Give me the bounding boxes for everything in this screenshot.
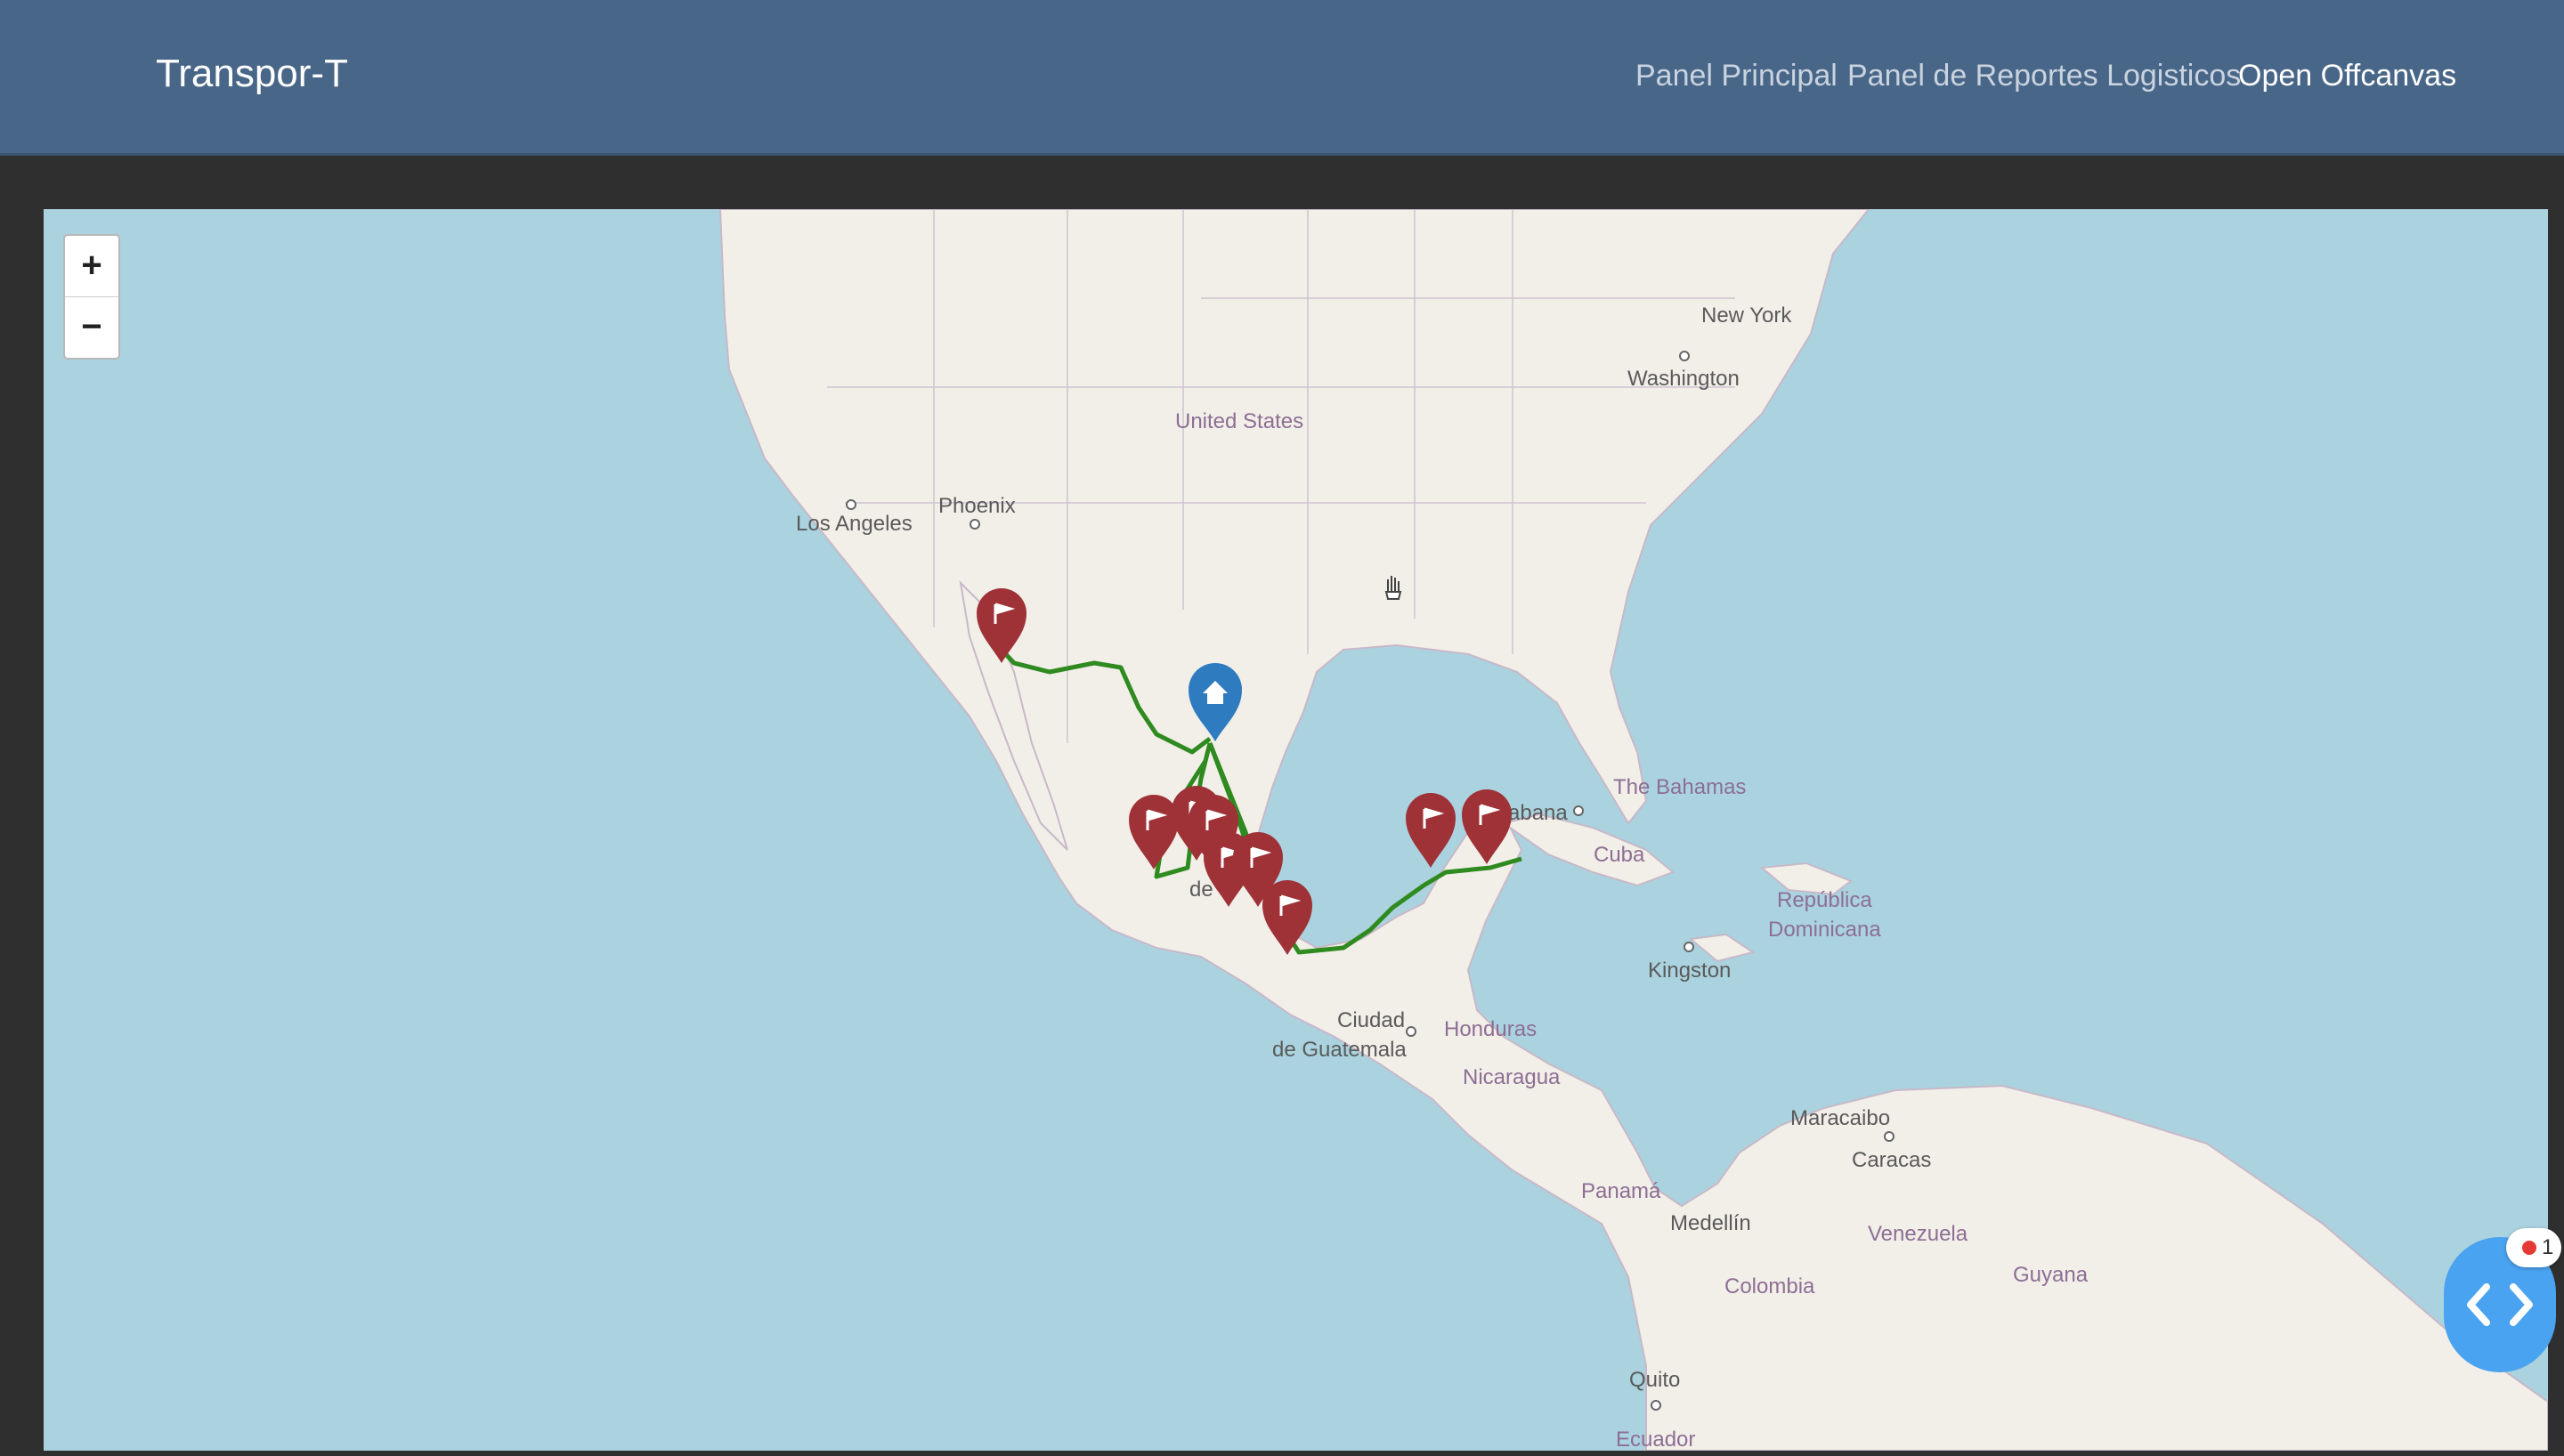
zoom-control: + − <box>63 234 120 360</box>
nav-panel-reportes[interactable]: Panel de Reportes Logisticos <box>1847 59 2241 93</box>
label-washington: Washington <box>1627 367 1740 391</box>
label-new-york: New York <box>1701 303 1792 328</box>
route-map[interactable]: New York Washington United States Phoeni… <box>44 209 2548 1451</box>
label-maracaibo: Maracaibo <box>1790 1106 1890 1130</box>
label-de-guatemala: de Guatemala <box>1272 1038 1407 1062</box>
label-guyana: Guyana <box>2013 1263 2089 1287</box>
nav-panel-principal[interactable]: Panel Principal <box>1635 59 1838 93</box>
label-medellin: Medellín <box>1670 1211 1751 1235</box>
label-colombia: Colombia <box>1724 1274 1815 1298</box>
top-navbar: Transpor-T Panel Principal Panel de Repo… <box>0 0 2564 156</box>
zoom-in-button[interactable]: + <box>65 236 118 296</box>
label-honduras: Honduras <box>1444 1017 1537 1041</box>
label-kingston: Kingston <box>1648 959 1731 983</box>
label-ecuador: Ecuador <box>1616 1428 1695 1451</box>
label-cuba: Cuba <box>1594 843 1645 867</box>
label-habana: abana <box>1508 801 1568 825</box>
label-venezuela: Venezuela <box>1868 1222 1968 1246</box>
label-dominicana: Dominicana <box>1768 918 1881 942</box>
label-phoenix: Phoenix <box>938 494 1016 518</box>
label-bahamas: The Bahamas <box>1613 775 1746 799</box>
notification-badge: 1 <box>2506 1228 2561 1267</box>
label-united-states: United States <box>1175 409 1303 433</box>
zoom-out-button[interactable]: − <box>65 296 118 358</box>
destination-marker[interactable] <box>1406 793 1456 868</box>
status-dot <box>2522 1241 2536 1255</box>
land <box>718 209 2548 1451</box>
label-los-angeles: Los Angeles <box>796 512 913 536</box>
label-ciudad: Ciudad <box>1337 1008 1405 1032</box>
brand-logo[interactable]: Transpor-T <box>156 52 348 96</box>
label-republica: República <box>1777 888 1872 912</box>
nav-open-offcanvas[interactable]: Open Offcanvas <box>2238 59 2456 93</box>
badge-count: 1 <box>2542 1235 2554 1259</box>
label-caracas: Caracas <box>1852 1148 1931 1172</box>
label-mexico-fragment: de <box>1189 878 1213 902</box>
label-quito: Quito <box>1629 1368 1680 1392</box>
label-nicaragua: Nicaragua <box>1463 1065 1561 1089</box>
label-panama: Panamá <box>1581 1179 1661 1203</box>
